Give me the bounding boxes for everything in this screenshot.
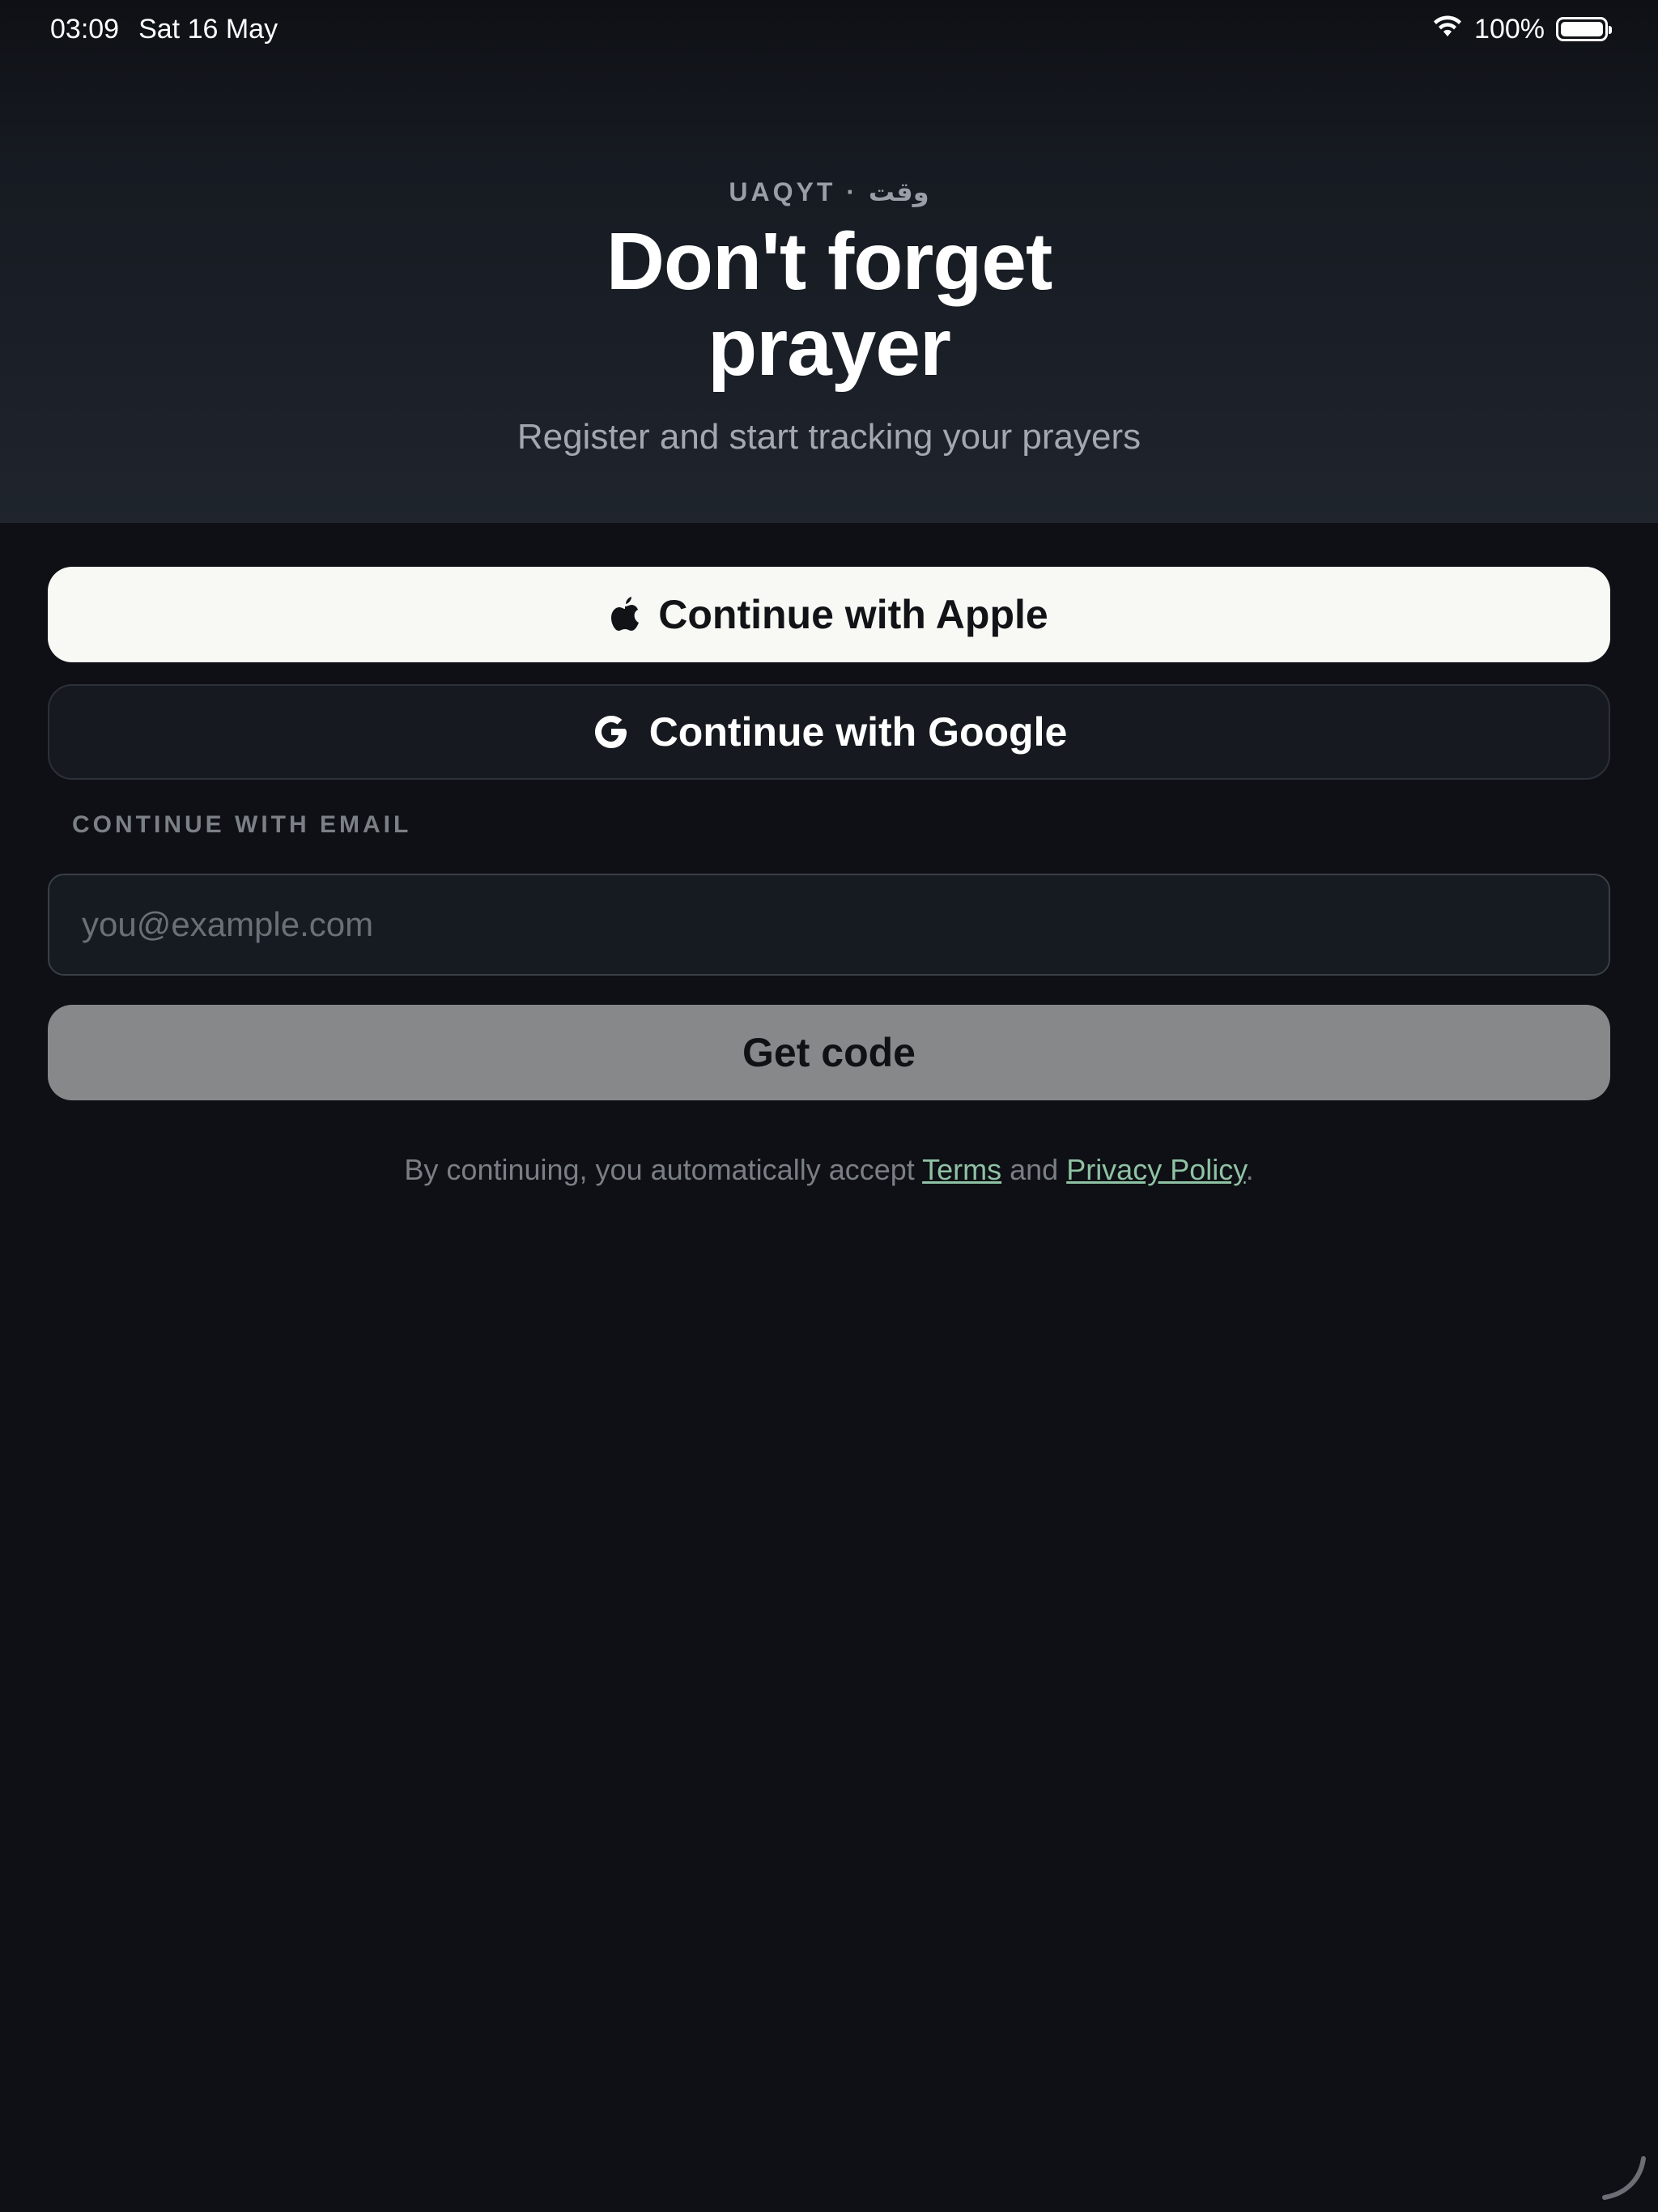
- legal-prefix: By continuing, you automatically accept: [404, 1153, 923, 1186]
- legal-text: By continuing, you automatically accept …: [0, 1153, 1658, 1187]
- status-bar: 03:09 Sat 16 May 100%: [0, 0, 1658, 58]
- status-left: 03:09 Sat 16 May: [50, 14, 278, 45]
- wifi-icon: [1432, 14, 1463, 45]
- email-input[interactable]: [48, 874, 1610, 976]
- apple-button-label: Continue with Apple: [658, 592, 1048, 637]
- status-date: Sat 16 May: [138, 13, 278, 45]
- google-icon: [591, 712, 631, 752]
- title-line-2: prayer: [708, 302, 951, 393]
- continue-with-apple-button[interactable]: Continue with Apple: [48, 567, 1610, 662]
- legal-suffix: .: [1245, 1153, 1254, 1186]
- brand-label: UAQYT · وقت: [729, 177, 929, 206]
- apple-icon: [610, 597, 640, 632]
- battery-percent: 100%: [1474, 13, 1545, 45]
- legal-and: and: [1001, 1153, 1067, 1186]
- privacy-policy-link[interactable]: Privacy Policy: [1066, 1153, 1245, 1186]
- page-title: Don't forget prayer: [0, 219, 1658, 390]
- status-right: 100%: [1432, 13, 1612, 45]
- battery-icon: [1556, 17, 1612, 41]
- page-subtitle: Register and start tracking your prayers: [517, 417, 1141, 457]
- corner-grabber-icon[interactable]: [1600, 2154, 1648, 2202]
- title-line-1: Don't forget: [606, 216, 1053, 307]
- hero-header: UAQYT · وقت Don't forget prayer Register…: [0, 0, 1658, 523]
- status-time: 03:09: [50, 13, 120, 45]
- terms-link[interactable]: Terms: [922, 1153, 1001, 1186]
- google-button-label: Continue with Google: [648, 709, 1068, 755]
- get-code-label: Get code: [742, 1030, 916, 1075]
- continue-with-google-button[interactable]: Continue with Google: [48, 684, 1610, 780]
- get-code-button[interactable]: Get code: [48, 1005, 1610, 1100]
- email-section-label: CONTINUE WITH EMAIL: [72, 811, 412, 838]
